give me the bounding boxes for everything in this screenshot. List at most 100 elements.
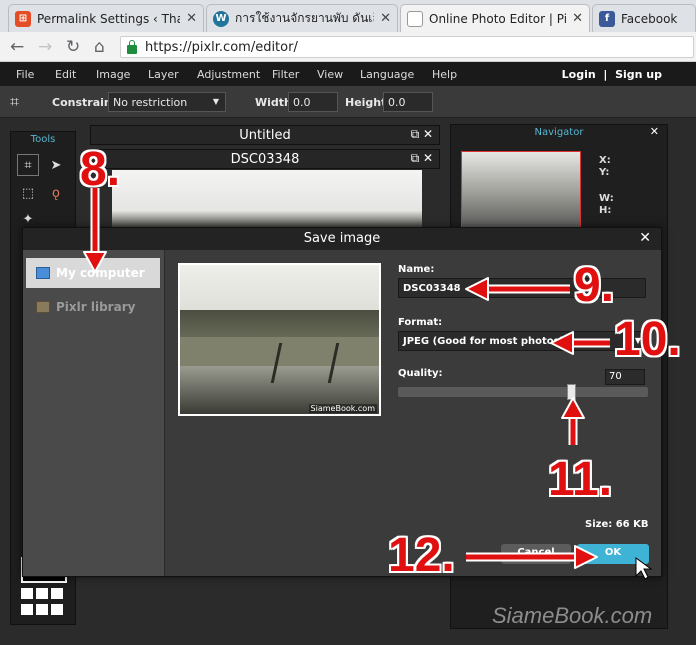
doc-title: DSC03348 [230, 152, 300, 167]
width-value: 0.0 [293, 96, 311, 109]
page-favicon-icon [407, 10, 423, 27]
browser-tab-pixlr[interactable]: Online Photo Editor | Pixl ✕ [400, 4, 590, 32]
location-pixlr-library[interactable]: Pixlr library [26, 292, 160, 322]
tab-title: Permalink Settings ‹ Thai [37, 11, 181, 26]
dialog-titlebar: Save image ✕ [23, 228, 661, 250]
name-value: DSC03348 [403, 283, 461, 294]
doc-window-photo[interactable]: DSC03348 ⧉ ✕ [90, 149, 440, 169]
watermark: SiameBook.com [492, 603, 653, 628]
format-label: Format: [398, 317, 443, 328]
computer-icon [36, 267, 50, 279]
nav-w-label: W: [599, 193, 614, 204]
auth-links: Login | Sign up [562, 68, 662, 81]
window-controls-icon[interactable]: ⧉ ✕ [411, 151, 433, 166]
facebook-favicon-icon: f [599, 10, 615, 27]
address-bar[interactable]: https://pixlr.com/editor/ [120, 36, 694, 58]
view-grid-icon[interactable] [21, 588, 67, 616]
auth-separator: | [603, 68, 608, 81]
step-9-label: 9. [574, 259, 615, 312]
chevron-down-icon: ▼ [212, 97, 219, 106]
name-label: Name: [398, 264, 435, 275]
tools-title: Tools [30, 134, 56, 145]
nav-x-label: X: [599, 155, 611, 166]
close-tab-icon[interactable]: ✕ [186, 11, 197, 26]
move-tool-icon[interactable]: ➤ [45, 154, 67, 176]
forward-arrow-icon[interactable]: → [38, 37, 52, 57]
navigator-title: Navigator ✕ [451, 125, 667, 141]
quality-value: 70 [609, 371, 622, 382]
save-image-dialog: Save image ✕ My computer Pixlr library S… [22, 227, 662, 577]
menu-view[interactable]: View [317, 68, 343, 81]
step-12-label: 12. [388, 529, 455, 582]
tool-options-bar: ⌗ Constraint: No restriction ▼ Width: 0.… [0, 86, 696, 118]
step-8-label: 8. [80, 143, 121, 196]
nav-y-label: Y: [599, 167, 610, 178]
format-select[interactable]: JPEG (Good for most photos) ▼ [398, 331, 646, 351]
constraint-select[interactable]: No restriction ▼ [108, 92, 226, 112]
tab-title: Online Photo Editor | Pixl [429, 11, 567, 26]
browser-tab-strip: ⊞ Permalink Settings ‹ Thai ✕ W การใช้งา… [0, 0, 696, 32]
quality-slider[interactable] [398, 384, 648, 400]
lock-icon [127, 39, 137, 54]
login-link[interactable]: Login [562, 68, 596, 81]
dialog-title: Save image [303, 231, 381, 246]
browser-tab-bicycle[interactable]: W การใช้งานจักรยานพับ ดันเล็ก ✕ [206, 4, 398, 32]
menu-help[interactable]: Help [432, 68, 457, 81]
nav-h-label: H: [599, 205, 612, 216]
lasso-tool-icon[interactable]: ǫ [45, 182, 67, 204]
image-preview: SiameBook.com [178, 263, 381, 416]
location-label: Pixlr library [56, 300, 136, 314]
marquee-tool-icon[interactable]: ⬚ [17, 182, 39, 204]
menu-file[interactable]: File [16, 68, 34, 81]
menu-image[interactable]: Image [96, 68, 130, 81]
width-field[interactable]: 0.0 [288, 92, 338, 112]
ok-button[interactable]: OK [577, 544, 649, 564]
wordpress-favicon-icon: W [213, 10, 229, 27]
window-controls-icon[interactable]: ⧉ ✕ [411, 127, 433, 142]
close-icon[interactable]: ✕ [650, 125, 659, 138]
quality-label: Quality: [398, 368, 443, 379]
tab-title: การใช้งานจักรยานพับ ดันเล็ก [235, 11, 375, 25]
signup-link[interactable]: Sign up [615, 68, 662, 81]
browser-toolbar: ← → ↻ ⌂ https://pixlr.com/editor/ [0, 32, 696, 62]
height-value: 0.0 [388, 96, 406, 109]
constraint-value: No restriction [113, 96, 188, 109]
browser-tab-facebook[interactable]: f Facebook [592, 4, 696, 32]
image-credit: SiameBook.com [308, 404, 377, 413]
menu-filter[interactable]: Filter [272, 68, 299, 81]
menu-adjustment[interactable]: Adjustment [197, 68, 260, 81]
format-value: JPEG (Good for most photos) [403, 336, 565, 347]
browser-tab-permalink[interactable]: ⊞ Permalink Settings ‹ Thai ✕ [8, 4, 204, 32]
location-my-computer[interactable]: My computer [26, 258, 160, 288]
url-text: https://pixlr.com/editor/ [145, 39, 298, 55]
back-arrow-icon[interactable]: ← [10, 37, 24, 57]
wordpress-favicon-icon: ⊞ [15, 10, 31, 27]
step-10-label: 10. [614, 313, 681, 366]
home-icon[interactable]: ⌂ [94, 37, 105, 57]
menu-layer[interactable]: Layer [148, 68, 179, 81]
crop-tool-icon[interactable]: ⌗ [17, 154, 39, 176]
tab-title: Facebook [621, 11, 678, 26]
quality-input[interactable]: 70 [605, 369, 645, 385]
save-location-sidebar: My computer Pixlr library [23, 250, 165, 576]
app-menu-bar: File Edit Image Layer Adjustment Filter … [0, 62, 696, 86]
height-field[interactable]: 0.0 [383, 92, 433, 112]
quality-slider-handle[interactable] [567, 384, 576, 400]
canvas-image[interactable] [112, 170, 422, 228]
crop-icon: ⌗ [10, 92, 20, 111]
close-tab-icon[interactable]: ✕ [380, 11, 391, 26]
doc-title: Untitled [239, 128, 291, 143]
navigator-title-text: Navigator [534, 127, 584, 138]
cancel-button[interactable]: Cancel [501, 544, 571, 564]
menu-edit[interactable]: Edit [55, 68, 76, 81]
library-icon [36, 301, 50, 313]
reload-icon[interactable]: ↻ [66, 37, 80, 57]
file-size: Size: 66 KB [585, 519, 649, 530]
close-icon[interactable]: ✕ [639, 230, 651, 246]
navigator-thumbnail[interactable] [461, 151, 581, 231]
menu-language[interactable]: Language [360, 68, 414, 81]
step-11-label: 11. [548, 453, 613, 506]
location-label: My computer [56, 266, 145, 280]
close-tab-icon[interactable]: ✕ [572, 11, 583, 26]
doc-window-untitled[interactable]: Untitled ⧉ ✕ [90, 125, 440, 145]
